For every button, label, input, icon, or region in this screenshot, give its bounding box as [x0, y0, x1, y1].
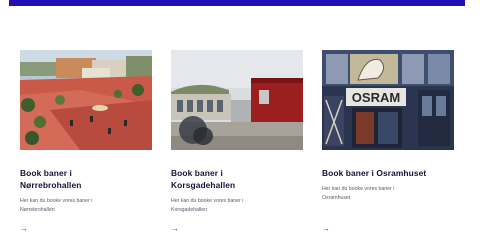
svg-text:OSRAM: OSRAM	[352, 90, 400, 105]
venue-card-osramhuset[interactable]: OSRAM Book baner i Osramhuset Her kan du…	[322, 50, 454, 233]
card-description-line: Osramhuset	[322, 195, 351, 201]
card-description-line: Korsgadehallen	[171, 207, 208, 213]
norrebrohallen-photo[interactable]	[20, 50, 152, 150]
card-description-line: Her kan du booke vores baner i	[20, 198, 93, 204]
card-title-line[interactable]: Book baner i	[20, 167, 152, 179]
card-description-line: Her kan du booke vores baner i	[322, 186, 395, 192]
card-title[interactable]: Book baner i Nørrebrohallen	[20, 167, 152, 191]
arrow-right-icon[interactable]: →	[20, 224, 28, 233]
arrow-right-icon[interactable]: →	[322, 224, 330, 233]
arrow-right-icon[interactable]: →	[171, 224, 179, 233]
card-description: Her kan du booke vores baner i Nørrebroh…	[20, 197, 152, 215]
card-title[interactable]: Book baner i Korsgadehallen	[171, 167, 303, 191]
card-title[interactable]: Book baner i Osramhuset	[322, 167, 454, 179]
card-title-line[interactable]: Nørrebrohallen	[20, 179, 152, 191]
card-description: Her kan du booke vores baner i Osramhuse…	[322, 185, 454, 203]
card-description-line: Her kan du booke vores baner i	[171, 198, 244, 204]
korsgadehallen-photo[interactable]	[171, 50, 303, 150]
osramhuset-photo[interactable]: OSRAM	[322, 50, 454, 150]
card-title-line[interactable]: Book baner i	[171, 167, 303, 179]
card-title-line[interactable]: Korsgadehallen	[171, 179, 303, 191]
top-accent-bar	[9, 0, 465, 6]
card-description: Her kan du booke vores baner i Korsgadeh…	[171, 197, 303, 215]
venue-card-korsgadehallen[interactable]: Book baner i Korsgadehallen Her kan du b…	[171, 50, 303, 233]
venue-card-norrebrohallen[interactable]: Book baner i Nørrebrohallen Her kan du b…	[20, 50, 152, 233]
card-title-line[interactable]: Book baner i Osramhuset	[322, 167, 454, 179]
card-description-line: Nørrebrohallen	[20, 207, 55, 213]
